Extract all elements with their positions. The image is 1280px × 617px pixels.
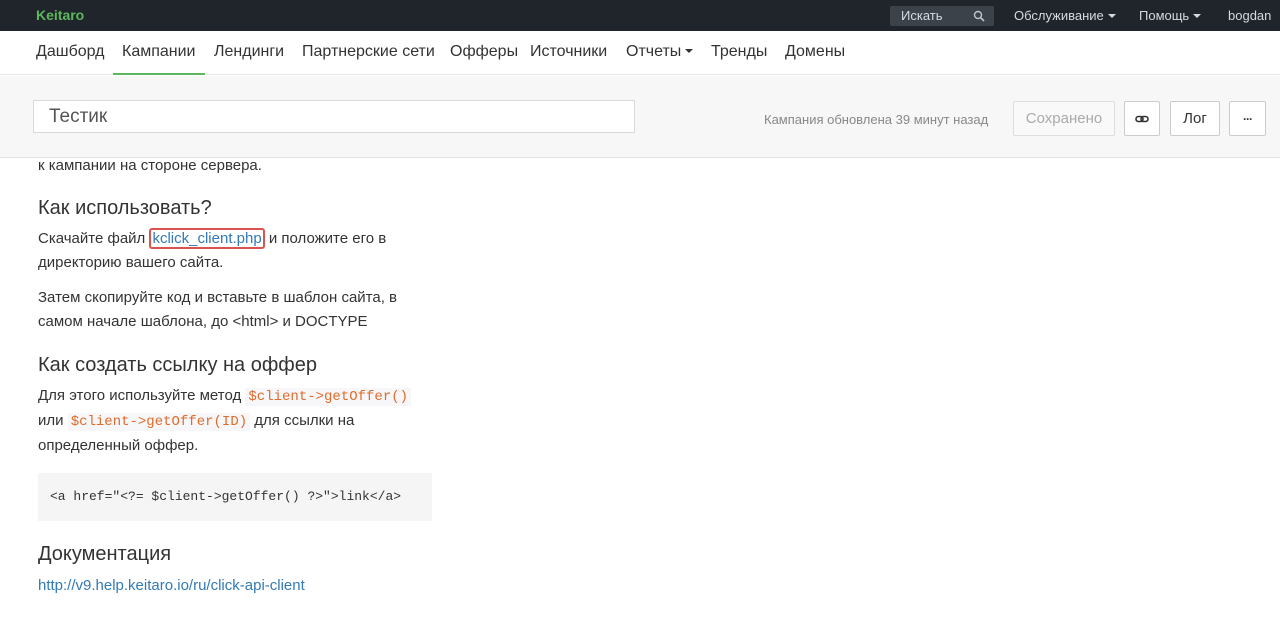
download-text: Скачайте файл bbox=[38, 230, 150, 247]
save-button[interactable]: Сохранено bbox=[1013, 101, 1115, 136]
chevron-down-icon bbox=[685, 48, 694, 53]
copy-text-2: самом начале шаблона, до <html> и DOCTYP… bbox=[38, 313, 368, 330]
documentation-heading: Документация bbox=[38, 543, 172, 565]
get-offer-id-code: $client->getOffer(ID) bbox=[67, 413, 251, 431]
link-icon bbox=[1135, 115, 1149, 122]
offer-text-3: определенный оффер. bbox=[38, 437, 199, 454]
nav-reports[interactable]: Отчеты bbox=[626, 43, 694, 61]
nav-campaigns[interactable]: Кампании bbox=[122, 43, 196, 61]
kclick-client-download-link[interactable]: kclick_client.php bbox=[149, 228, 265, 249]
how-to-use-heading: Как использовать? bbox=[38, 197, 212, 219]
help-menu-label: Помощь bbox=[1139, 8, 1190, 23]
nav-trends[interactable]: Тренды bbox=[711, 43, 767, 61]
offer-text-1: Для этого используйте метод bbox=[38, 387, 246, 404]
nav-domains[interactable]: Домены bbox=[785, 43, 845, 61]
service-menu[interactable]: Обслуживание bbox=[1014, 8, 1116, 23]
active-tab-indicator bbox=[113, 73, 205, 75]
copy-instruction: Затем скопируйте код и вставьте в шаблон… bbox=[38, 286, 438, 334]
campaign-name-input[interactable] bbox=[33, 100, 635, 133]
offer-text-or: или bbox=[38, 412, 68, 429]
campaign-updated-status: Кампания обновлена 39 минут назад bbox=[764, 112, 989, 127]
search-placeholder: Искать bbox=[901, 8, 943, 23]
intro-text: к кампании на стороне сервера. bbox=[38, 157, 262, 174]
nav-offers[interactable]: Офферы bbox=[450, 43, 518, 61]
offer-link-heading: Как создать ссылку на оффер bbox=[38, 354, 318, 376]
download-instruction: Скачайте файл kclick_client.php и положи… bbox=[38, 227, 438, 275]
chevron-down-icon bbox=[1193, 13, 1202, 18]
brand-logo[interactable]: Keitaro bbox=[36, 7, 84, 23]
link-button[interactable] bbox=[1124, 101, 1160, 136]
download-text-3: директорию вашего сайта. bbox=[38, 254, 224, 271]
more-icon: ··· bbox=[1243, 111, 1253, 126]
offer-instruction: Для этого используйте метод $client->get… bbox=[38, 384, 438, 458]
search-icon[interactable] bbox=[973, 10, 985, 22]
help-menu[interactable]: Помощь bbox=[1139, 8, 1202, 23]
copy-text-1: Затем скопируйте код и вставьте в шаблон… bbox=[38, 289, 398, 306]
code-example: <a href="<?= $client->getOffer() ?>">lin… bbox=[38, 473, 432, 521]
service-menu-label: Обслуживание bbox=[1014, 8, 1104, 23]
chevron-down-icon bbox=[1107, 13, 1116, 18]
nav-landings[interactable]: Лендинги bbox=[214, 43, 284, 61]
user-menu[interactable]: bogdan bbox=[1228, 8, 1271, 23]
top-bar: Keitaro Искать Обслуживание Помощь bogda… bbox=[0, 0, 1280, 31]
click-api-doc: к кампании на стороне сервера. Как испол… bbox=[38, 155, 438, 458]
global-search[interactable]: Искать bbox=[890, 6, 994, 26]
more-button[interactable]: ··· bbox=[1229, 101, 1266, 136]
log-button[interactable]: Лог bbox=[1170, 101, 1220, 136]
campaign-header: Кампания обновлена 39 минут назад Сохран… bbox=[0, 76, 1280, 158]
get-offer-code: $client->getOffer() bbox=[245, 388, 412, 406]
main-nav: Дашборд Кампании Лендинги Партнерские се… bbox=[0, 31, 1280, 75]
nav-reports-label: Отчеты bbox=[626, 43, 682, 60]
download-text-2: и положите его в bbox=[264, 230, 387, 247]
documentation-link[interactable]: http://v9.help.keitaro.io/ru/click-api-c… bbox=[38, 577, 305, 594]
nav-sources[interactable]: Источники bbox=[530, 43, 607, 61]
nav-dashboard[interactable]: Дашборд bbox=[36, 43, 105, 61]
offer-text-2: для ссылки на bbox=[250, 412, 355, 429]
nav-affiliate-networks[interactable]: Партнерские сети bbox=[302, 43, 435, 61]
